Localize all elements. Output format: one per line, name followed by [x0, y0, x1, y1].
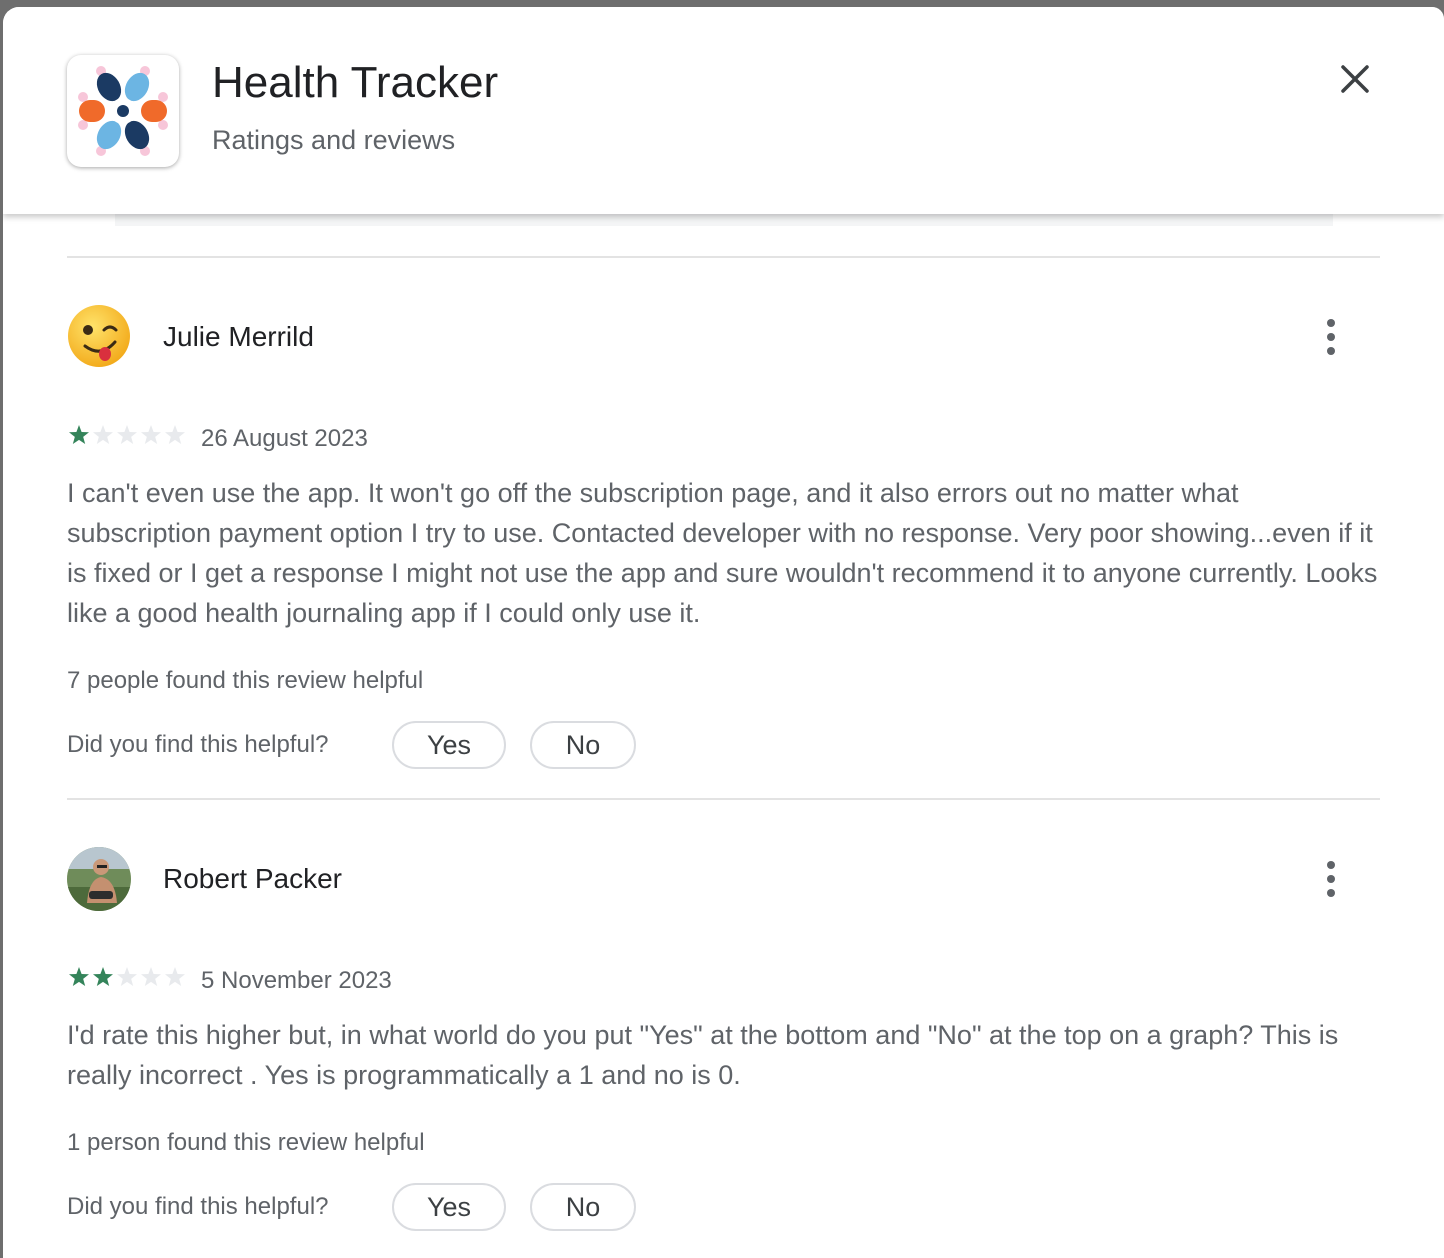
more-options-button[interactable] — [1315, 315, 1347, 359]
star-empty-icon — [117, 967, 137, 986]
close-button[interactable] — [1333, 57, 1377, 101]
divider — [67, 798, 1380, 800]
winking-emoji-avatar-icon — [68, 305, 130, 367]
person-photo-avatar-icon — [67, 847, 131, 911]
helpful-no-button[interactable]: No — [530, 721, 636, 769]
divider — [67, 256, 1380, 258]
star-empty-icon — [165, 967, 185, 986]
helpful-question: Did you find this helpful? — [67, 731, 329, 758]
helpful-yes-button[interactable]: Yes — [392, 721, 506, 769]
app-title: Health Tracker — [212, 58, 499, 107]
more-vertical-icon — [1327, 319, 1335, 355]
helpful-count: 1 person found this review helpful — [67, 1129, 425, 1156]
helpful-no-button[interactable]: No — [530, 1183, 636, 1231]
ratings-reviews-dialog: Health Tracker Ratings and reviews Julie… — [3, 7, 1444, 1258]
star-empty-icon — [141, 967, 161, 986]
review-text: I'd rate this higher but, in what world … — [67, 1020, 1339, 1090]
more-vertical-icon — [1327, 861, 1335, 897]
star-empty-icon — [141, 425, 161, 444]
scroll-shadow-strip — [115, 214, 1333, 226]
star-rating — [69, 967, 185, 986]
star-filled-icon — [93, 967, 113, 986]
app-icon — [67, 55, 179, 167]
star-filled-icon — [69, 967, 89, 986]
helpful-yes-button[interactable]: Yes — [392, 1183, 506, 1231]
avatar — [67, 847, 131, 911]
helpful-count: 7 people found this review helpful — [67, 667, 424, 694]
health-tracker-logo-icon — [78, 66, 168, 156]
helpful-question: Did you find this helpful? — [67, 1193, 329, 1220]
star-empty-icon — [93, 425, 113, 444]
review-text: I can't even use the app. It won't go of… — [67, 478, 1378, 628]
review-date: 26 August 2023 — [201, 425, 368, 452]
star-rating — [69, 425, 185, 444]
dialog-header: Health Tracker Ratings and reviews — [3, 7, 1444, 214]
star-empty-icon — [165, 425, 185, 444]
star-filled-icon — [69, 425, 89, 444]
avatar — [67, 304, 131, 368]
reviewer-name: Robert Packer — [163, 863, 342, 894]
dialog-subtitle: Ratings and reviews — [212, 125, 456, 155]
review-date: 5 November 2023 — [201, 967, 392, 994]
close-icon — [1341, 65, 1369, 93]
star-empty-icon — [117, 425, 137, 444]
more-options-button[interactable] — [1315, 857, 1347, 901]
reviewer-name: Julie Merrild — [163, 321, 314, 352]
